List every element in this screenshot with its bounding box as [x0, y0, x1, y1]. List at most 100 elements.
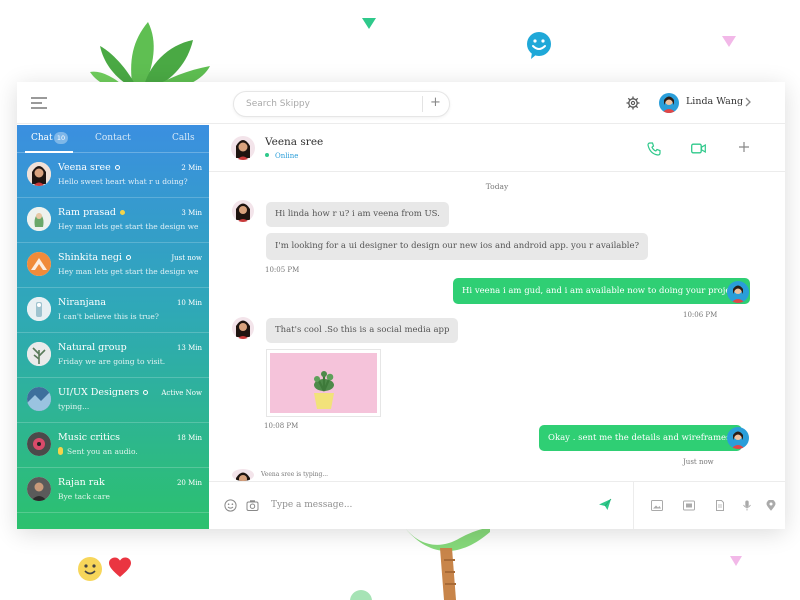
avatar	[27, 297, 51, 321]
chat-bubble-smile-icon	[527, 32, 551, 59]
message-timestamp: 10:05 PM	[265, 266, 300, 274]
phone-icon[interactable]	[647, 142, 661, 156]
user-avatar[interactable]	[659, 93, 679, 113]
decor-triangle-pink	[722, 36, 736, 47]
avatar	[27, 162, 51, 186]
conversation-time: Active Now	[161, 389, 202, 397]
microphone-icon[interactable]	[741, 500, 753, 511]
conversation-preview: Hey man lets get start the design we ...	[58, 222, 200, 231]
image-icon[interactable]	[651, 500, 663, 511]
conversation-item[interactable]: Music critics 18 Min Sent you an audio.	[17, 423, 209, 468]
decor-palm-tree	[405, 528, 490, 600]
conversation-name: Rajan rak	[58, 477, 105, 488]
user-avatar-small	[727, 281, 749, 303]
camera-icon[interactable]	[246, 499, 259, 512]
avatar	[27, 477, 51, 501]
conversation-preview: Bye tack care	[58, 492, 110, 501]
top-bar: + Linda Wang	[17, 82, 785, 124]
conversation-time: 2 Min	[181, 164, 202, 172]
search-divider	[422, 96, 423, 112]
decor-leaves	[90, 22, 210, 90]
contact-avatar-small	[232, 317, 254, 339]
conversation-name: Music critics	[58, 432, 121, 443]
online-status-dot	[265, 153, 269, 157]
message-composer	[209, 481, 785, 529]
chevron-right-icon[interactable]	[744, 96, 752, 108]
contact-name: Veena sree	[265, 136, 324, 148]
video-icon[interactable]	[691, 143, 706, 154]
smile-icon[interactable]	[224, 499, 237, 512]
conversation-preview: Friday we are going to visit.	[58, 357, 166, 366]
conversation-preview: Hey man lets get start the design we ...	[58, 267, 200, 276]
contact-status: Online	[265, 152, 298, 160]
conversation-item[interactable]: Niranjana 10 Min I can't believe this is…	[17, 288, 209, 333]
message-timestamp: Just now	[683, 458, 714, 466]
message-timestamp: 10:06 PM	[683, 311, 718, 319]
contact-avatar[interactable]	[231, 136, 255, 160]
online-status-dot	[114, 165, 120, 170]
conversation-preview: Hello sweet heart what r u doing?	[58, 177, 188, 186]
conversation-preview: typing...	[58, 402, 90, 411]
conversation-name: Natural group	[58, 342, 127, 353]
conversation-item[interactable]: Ram prasad 3 Min Hey man lets get start …	[17, 198, 209, 243]
gallery-icon[interactable]	[683, 500, 695, 511]
message-bubble-incoming: That's cool .So this is a social media a…	[266, 318, 459, 343]
conversation-time: 20 Min	[176, 479, 202, 487]
tab-contact[interactable]: Contact	[95, 133, 131, 143]
conversation-name: Niranjana	[58, 297, 107, 308]
conversation-time: 3 Min	[181, 209, 202, 217]
avatar	[27, 252, 51, 276]
plant-pot-image	[270, 353, 377, 413]
chat-count-badge: 10	[54, 132, 68, 144]
conversation-name: UI/UX Designers	[58, 387, 149, 398]
tab-calls[interactable]: Calls	[172, 133, 195, 143]
conversation-item[interactable]: UI/UX Designers Active Now typing...	[17, 378, 209, 423]
conversation-sidebar: Chat 10 Contact Calls Veena sree 2 Min H…	[17, 125, 209, 529]
avatar	[27, 207, 51, 231]
sidebar-tabs: Chat 10 Contact Calls	[17, 125, 209, 153]
location-icon[interactable]	[765, 500, 777, 511]
conversation-item[interactable]: Veena sree 2 Min Hello sweet heart what …	[17, 153, 209, 198]
conversation-time: 10 Min	[176, 299, 202, 307]
gear-icon[interactable]	[626, 96, 640, 110]
message-bubble-outgoing: Okay . sent me the details and wireframe…	[539, 425, 743, 451]
conversation-item[interactable]: Natural group 13 Min Friday we are going…	[17, 333, 209, 378]
chat-panel: Veena sree Online Today Hi linda how r u…	[209, 125, 785, 529]
user-avatar-small	[727, 427, 749, 449]
avatar	[27, 342, 51, 366]
message-input[interactable]	[271, 496, 581, 514]
typing-avatar	[232, 469, 254, 481]
chat-header: Veena sree Online	[209, 125, 785, 172]
conversation-preview: Sent you an audio.	[58, 447, 200, 456]
conversation-time: Just now	[171, 254, 202, 262]
decor-dot	[350, 590, 372, 600]
plus-icon[interactable]	[737, 140, 751, 154]
online-status-dot	[125, 255, 131, 260]
conversation-preview: I can't believe this is true?	[58, 312, 159, 321]
document-icon[interactable]	[714, 500, 726, 511]
conversation-time: 18 Min	[176, 434, 202, 442]
typing-indicator: Veena sree is typing...	[261, 471, 329, 478]
smiley-emoji-icon	[78, 557, 102, 581]
conversation-name: Veena sree	[58, 162, 120, 173]
avatar	[27, 387, 51, 411]
search-input[interactable]	[246, 96, 416, 112]
away-status-dot	[119, 210, 125, 215]
heart-icon	[109, 557, 131, 577]
online-status-dot	[143, 390, 149, 395]
conversation-name: Ram prasad	[58, 207, 125, 218]
decor-triangle-green	[362, 18, 376, 29]
menu-icon[interactable]	[31, 97, 47, 109]
search-add-button[interactable]: +	[430, 95, 441, 110]
conversation-time: 13 Min	[176, 344, 202, 352]
avatar	[27, 432, 51, 456]
image-attachment[interactable]	[266, 349, 381, 417]
conversation-item[interactable]: Shinkita negi Just now Hey man lets get …	[17, 243, 209, 288]
conversation-name: Shinkita negi	[58, 252, 131, 263]
chat-app-window: + Linda Wang Chat 10 Contact Calls Veena…	[17, 82, 785, 529]
user-name[interactable]: Linda Wang	[686, 96, 743, 107]
conversation-item[interactable]: Rajan rak 20 Min Bye tack care	[17, 468, 209, 513]
tab-chat[interactable]: Chat	[31, 133, 53, 143]
send-icon[interactable]	[598, 498, 612, 511]
microphone-icon	[58, 447, 63, 455]
